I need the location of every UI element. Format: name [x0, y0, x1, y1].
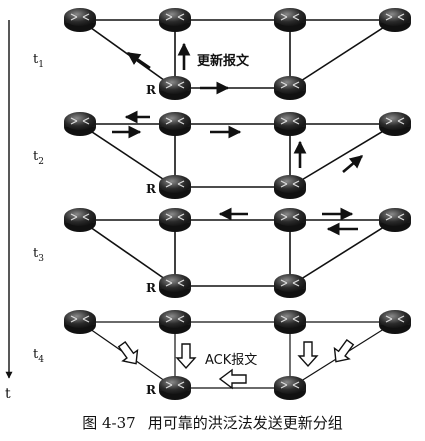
- time-axis-label: t: [5, 386, 11, 402]
- flood-arrows: [112, 110, 363, 173]
- panel-label-t1: t1: [33, 52, 44, 70]
- panel-label-t3: t3: [33, 246, 44, 264]
- source-router-label: R: [146, 281, 157, 295]
- figure-caption: 图 4-37 用可靠的洪泛法发送更新分组: [0, 412, 425, 433]
- router-nodes: [63, 111, 412, 200]
- router-nodes: [63, 207, 412, 299]
- panel-t1: t1 更新报文 R: [33, 7, 412, 101]
- caption-number: 图 4-37: [82, 414, 136, 432]
- panel-t2: t2 R: [33, 110, 412, 200]
- links: [79, 123, 396, 188]
- update-message-label: 更新报文: [197, 53, 250, 69]
- caption-text: 用可靠的洪泛法发送更新分组: [147, 414, 343, 432]
- panel-label-t2: t2: [33, 149, 44, 167]
- source-router-label: R: [146, 383, 157, 397]
- source-router-label: R: [146, 182, 157, 196]
- panel-label-t4: t4: [33, 347, 44, 365]
- source-router-label: R: [146, 83, 157, 97]
- panel-t3: t3 R: [33, 207, 412, 299]
- panel-t4: t4 ACK报文 R: [33, 309, 412, 401]
- flooding-figure: t t1 更新报文 R t2 R t3 R t4 ACK报文 R: [5, 7, 412, 402]
- ack-message-label: ACK报文: [205, 353, 257, 368]
